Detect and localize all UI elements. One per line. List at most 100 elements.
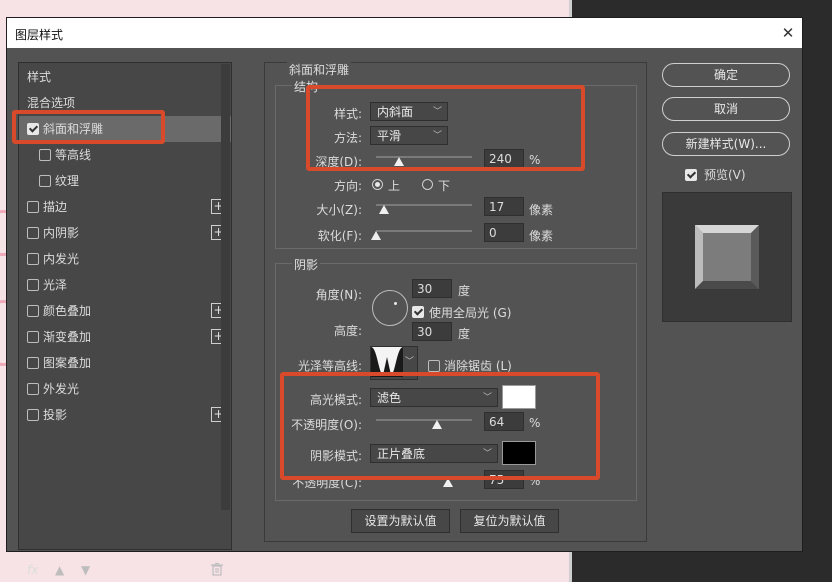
style-item[interactable]: 混合选项 [19,90,231,116]
move-up-icon[interactable]: ▲ [55,563,64,577]
size-label: 大小(Z): [316,203,362,217]
style-item[interactable]: 描边 + [19,194,231,220]
style-select[interactable]: 内斜面 ﹀ [370,102,448,121]
size-slider-thumb[interactable] [378,205,389,214]
style-item[interactable]: 等高线 [19,142,231,168]
depth-slider-thumb[interactable] [394,157,405,166]
size-input[interactable]: 17 [484,197,524,216]
style-item-label: 内阴影 [43,226,80,240]
shadow-color-swatch[interactable] [502,441,536,465]
highlight-opacity-thumb[interactable] [432,420,443,429]
size-unit: 像素 [529,203,554,217]
altitude-label: 高度: [333,324,362,338]
style-item[interactable]: 颜色叠加 + [19,298,231,324]
style-item-label: 颜色叠加 [43,304,92,318]
style-item[interactable]: 外发光 [19,376,231,402]
shadow-mode-value: 正片叠底 [377,447,426,461]
fx-icon[interactable]: fx [27,563,38,577]
styles-header[interactable]: 样式 [19,64,231,90]
global-light-label: 使用全局光 (G) [429,306,512,320]
style-item-checkbox[interactable] [39,149,51,161]
shadow-mode-label: 阴影模式: [309,449,362,463]
style-item[interactable]: 投影 + [19,402,231,428]
style-item-checkbox[interactable] [27,383,39,395]
soften-slider-thumb[interactable] [371,231,381,240]
highlight-opacity-unit: % [529,416,541,430]
style-item-checkbox[interactable] [27,357,39,369]
altitude-input[interactable]: 30 [412,322,452,341]
style-item[interactable]: 斜面和浮雕 [19,116,231,142]
style-item-checkbox[interactable] [27,227,39,239]
soften-unit: 像素 [529,229,554,243]
cancel-button[interactable]: 取消 [662,97,790,121]
style-item-checkbox[interactable] [39,175,51,187]
style-item[interactable]: 图案叠加 [19,350,231,376]
structure-group: 结构 样式: 内斜面 ﹀ 方法: 平滑 ﹀ 深度(D): 240 % 方向: 上 下… [275,78,637,249]
make-default-button[interactable]: 设置为默认值 [351,509,450,533]
highlight-opacity-track[interactable] [376,419,472,421]
style-item-checkbox[interactable] [27,123,39,135]
angle-input[interactable]: 30 [412,279,452,298]
style-list-scrollbar[interactable] [221,64,230,510]
new-style-button[interactable]: 新建样式(W)... [662,132,790,156]
soften-input[interactable]: 0 [484,223,524,242]
trash-icon[interactable] [211,562,223,579]
preview-checkbox[interactable] [685,169,697,181]
depth-input[interactable]: 240 [484,149,524,168]
structure-title: 结构 [292,78,321,95]
soften-slider-track[interactable] [376,230,472,232]
highlight-mode-label: 高光模式: [309,393,362,407]
highlight-opacity-label: 不透明度(O): [291,418,362,432]
shadow-opacity-input[interactable]: 75 [484,470,524,489]
close-button[interactable]: ✕ [777,22,799,44]
shading-group: 阴影 角度(N): 30 度 使用全局光 (G) 高度: 30 度 光泽等高线:… [275,256,637,501]
angle-unit: 度 [458,284,471,298]
shadow-opacity-track[interactable] [376,477,472,479]
technique-select[interactable]: 平滑 ﹀ [370,126,448,145]
style-item-checkbox[interactable] [27,409,39,421]
title-bar[interactable]: 图层样式 ✕ [7,18,802,48]
style-item[interactable]: 渐变叠加 + [19,324,231,350]
dialog-title: 图层样式 [15,28,64,42]
antialias-checkbox[interactable] [428,360,440,372]
highlight-color-swatch[interactable] [502,385,536,409]
gloss-contour-picker[interactable]: ﹀ [370,346,418,380]
move-down-icon[interactable]: ▼ [81,563,90,577]
style-item[interactable]: 内发光 [19,246,231,272]
style-item[interactable]: 光泽 [19,272,231,298]
size-slider-track[interactable] [376,204,472,206]
shadow-opacity-unit: % [529,474,541,488]
style-item-checkbox[interactable] [27,253,39,265]
depth-slider-track[interactable] [376,156,472,158]
ok-button[interactable]: 确定 [662,63,790,87]
chevron-down-icon: ﹀ [482,393,492,403]
global-light-checkbox[interactable] [412,306,424,318]
style-label: 样式: [333,107,362,121]
style-item-label: 渐变叠加 [43,330,92,344]
chevron-down-icon: ﹀ [404,357,414,367]
style-item-checkbox[interactable] [27,279,39,291]
style-item-checkbox[interactable] [27,305,39,317]
chevron-down-icon: ﹀ [432,131,442,141]
reset-default-button[interactable]: 复位为默认值 [460,509,559,533]
direction-up-radio[interactable] [372,179,383,190]
soften-label: 软化(F): [317,229,362,243]
angle-dial[interactable] [372,290,408,326]
shadow-opacity-thumb[interactable] [443,478,453,487]
style-item-checkbox[interactable] [27,201,39,213]
style-item-label: 斜面和浮雕 [43,122,104,136]
preview-thumbnail [662,192,792,322]
direction-down-radio[interactable] [422,179,433,190]
angle-dial-pointer [394,302,397,305]
highlight-mode-select[interactable]: 滤色 ﹀ [370,388,498,407]
shadow-mode-select[interactable]: 正片叠底 ﹀ [370,444,498,463]
style-item[interactable]: 纹理 [19,168,231,194]
settings-panel: 斜面和浮雕 结构 样式: 内斜面 ﹀ 方法: 平滑 ﹀ 深度(D): 240 % 方… [264,61,647,542]
highlight-opacity-input[interactable]: 64 [484,412,524,431]
style-item-checkbox[interactable] [27,331,39,343]
direction-up-label: 上 [388,179,401,193]
bevel-preview-icon [695,225,759,289]
style-item[interactable]: 内阴影 + [19,220,231,246]
angle-label: 角度(N): [315,288,362,302]
style-item-label: 投影 [43,408,68,422]
